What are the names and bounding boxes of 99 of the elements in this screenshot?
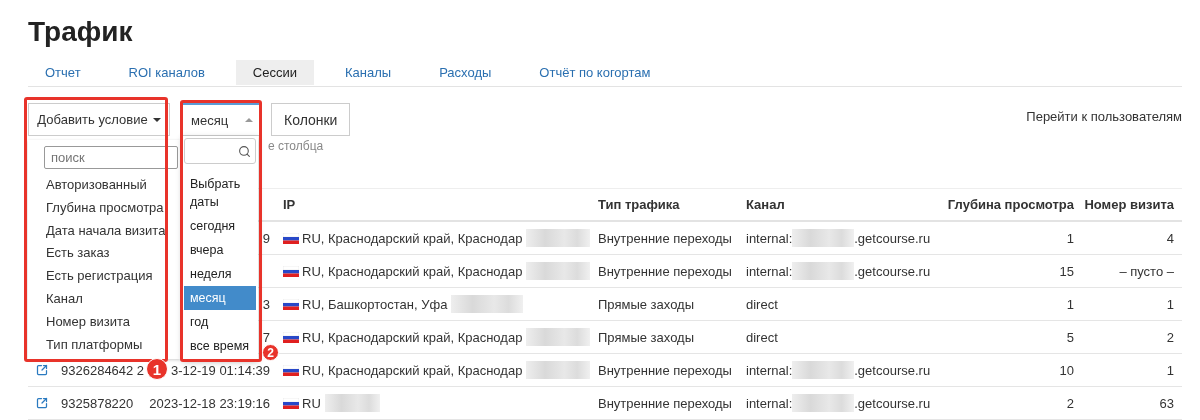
tab[interactable]: Сессии (235, 60, 314, 85)
table-cell: 1 (1166, 362, 1174, 378)
menu-item[interactable]: Канал (46, 288, 83, 311)
table-cell: 1 (1066, 296, 1074, 312)
flag-icon (283, 265, 299, 277)
redaction-blur (792, 229, 855, 247)
users-link[interactable]: Перейти к пользователям (1026, 109, 1182, 124)
open-link-icon[interactable] (36, 364, 48, 376)
tab[interactable]: Расходы (422, 60, 509, 85)
menu-option[interactable]: все время (184, 334, 256, 358)
redaction-blur (324, 394, 380, 412)
tab[interactable]: Отчёт по когортам (522, 60, 668, 85)
table-cell: 1 (1066, 230, 1074, 246)
table-cell: 4 (1166, 230, 1174, 246)
column-header: Глубина просмотра (947, 197, 1074, 212)
table-cell: – пусто – (1119, 263, 1174, 279)
table-cell: RU, Башкортостан, Уфа (302, 296, 448, 312)
table-cell: Внутренние переходы (598, 263, 732, 279)
table-cell: 15 (1059, 263, 1074, 279)
table-cell: 2 (1166, 329, 1174, 345)
table-cell: Прямые заходы (598, 329, 694, 345)
flag-icon (283, 364, 299, 376)
column-header: Тип трафика (598, 197, 680, 212)
table-cell: Прямые заходы (598, 296, 694, 312)
tab[interactable]: Отчет (28, 60, 98, 85)
table-cell: 10 (1059, 362, 1074, 378)
table-cell: internal: (746, 362, 793, 378)
table-cell: RU (302, 395, 321, 411)
redaction-blur (792, 361, 855, 379)
table-cell: 63 (1159, 395, 1174, 411)
table-cell: internal: (746, 263, 793, 279)
menu-option[interactable]: год (184, 310, 256, 334)
table-cell: RU, Краснодарский край, Краснодар (302, 329, 523, 345)
search-field[interactable] (184, 138, 256, 164)
table-cell: 2 (136, 362, 144, 378)
annotation-badge: 1 (146, 358, 168, 380)
menu-item[interactable]: Дата начала визита (46, 219, 166, 243)
columns-button[interactable]: Колонки (271, 103, 351, 136)
menu-item[interactable]: Тип платформы (46, 333, 143, 357)
table-cell: 2 (1066, 395, 1074, 411)
menu-option[interactable]: сегодня (184, 214, 256, 238)
menu-item[interactable]: Глубина просмотра (46, 196, 164, 220)
menu-item[interactable]: Номер визита (46, 310, 131, 334)
menu-option[interactable]: неделя (184, 262, 256, 286)
search-icon (238, 144, 251, 158)
column-header: Номер визита (1084, 197, 1174, 212)
redaction-blur (792, 394, 855, 412)
table-cell: Внутренние переходы (598, 362, 732, 378)
redaction-blur (526, 262, 590, 280)
caret-icon (152, 117, 161, 122)
table-cell: Внутренние переходы (598, 230, 732, 246)
menu-item[interactable]: Авторизованный (46, 174, 147, 197)
select-value: месяц (191, 112, 229, 128)
table-cell: RU, Краснодарский край, Краснодар (302, 362, 523, 378)
table-cell: 7 (262, 329, 270, 345)
tab[interactable]: ROI каналов (111, 60, 222, 85)
hint-text: е столбца (268, 139, 325, 155)
add-condition-button[interactable]: Добавить условие (28, 103, 170, 136)
table-cell: RU, Краснодарский край, Краснодар (302, 263, 523, 279)
table-cell: direct (746, 296, 778, 312)
table-cell: direct (746, 329, 778, 345)
column-header: IP (283, 197, 296, 212)
table-cell: internal: (746, 395, 793, 411)
table-cell: .getcourse.ru (854, 230, 931, 246)
page-title: Трафик (28, 15, 134, 49)
annotation-badge: 2 (262, 344, 279, 361)
table-cell: .getcourse.ru (854, 263, 931, 279)
menu-item[interactable]: Есть регистрация (46, 265, 153, 288)
menu-item[interactable]: Есть заказ (46, 242, 110, 266)
tab[interactable]: Каналы (327, 60, 409, 85)
column-header: Канал (746, 197, 785, 212)
table-cell: 3 (262, 296, 270, 312)
flag-icon (283, 331, 299, 343)
table-cell: RU, Краснодарский край, Краснодар (302, 230, 523, 246)
table-cell: 2023-12-18 23:19:16 (149, 395, 270, 411)
caret-icon (245, 118, 253, 122)
table-cell: internal: (746, 230, 793, 246)
table-cell: .getcourse.ru (854, 395, 931, 411)
redaction-blur (526, 229, 590, 247)
table-cell: 5 (1066, 329, 1074, 345)
open-link-icon[interactable] (36, 397, 48, 409)
menu-option[interactable]: Выбрать даты (184, 172, 256, 214)
menu-option[interactable]: вчера (184, 238, 256, 262)
redaction-blur (526, 328, 590, 346)
table-cell: 3-12-19 01:14:39 (170, 362, 270, 378)
flag-icon (283, 232, 299, 244)
redaction-blur (792, 262, 855, 280)
flag-icon (283, 298, 299, 310)
table-cell: 9 (262, 230, 270, 246)
flag-icon (283, 397, 299, 409)
table-cell: 1 (1166, 296, 1174, 312)
redaction-blur (526, 361, 590, 379)
table-cell: Внутренние переходы (598, 395, 732, 411)
table-cell: .getcourse.ru (854, 362, 931, 378)
search-field[interactable]: поиск (44, 146, 178, 169)
table-cell: 9325878220 (61, 395, 134, 411)
period-select[interactable]: месяц (182, 103, 262, 136)
table-cell: 9326284642 (61, 362, 134, 378)
menu-option[interactable]: месяц (184, 286, 256, 310)
